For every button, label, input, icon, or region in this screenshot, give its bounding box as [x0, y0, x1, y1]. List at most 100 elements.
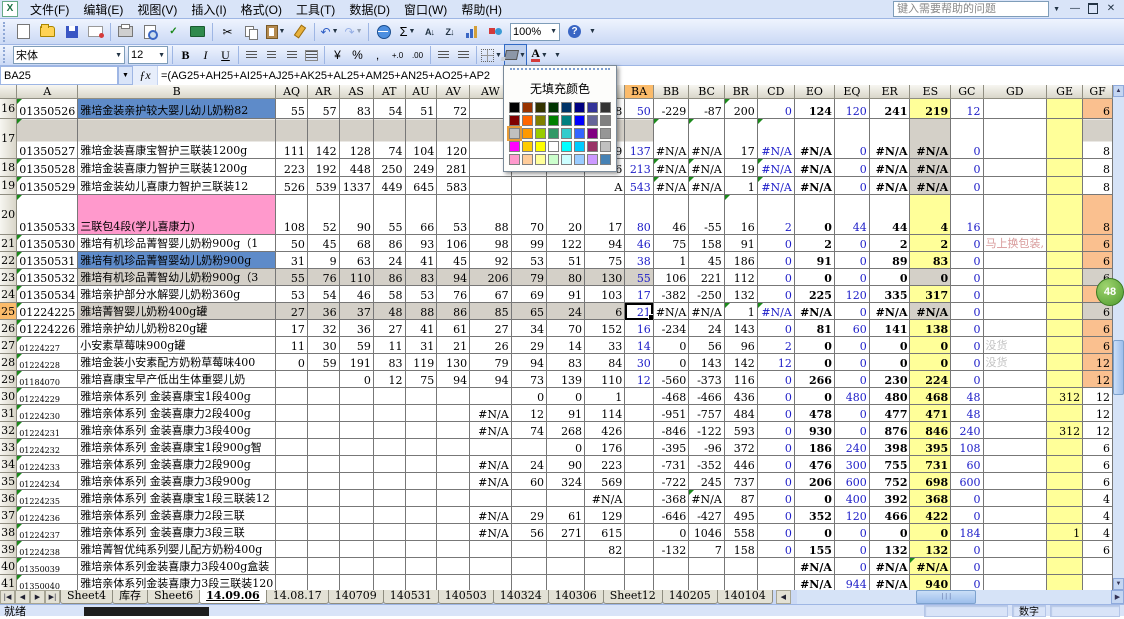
cell-CD24[interactable]: 0	[757, 286, 794, 303]
color-swatch-2-2[interactable]	[535, 128, 546, 139]
help-input[interactable]: 键入需要帮助的问题	[893, 1, 1049, 17]
cell-A33[interactable]: 01224232	[17, 439, 78, 456]
cell-GD27[interactable]: 没货	[983, 337, 1047, 354]
cell-CD36[interactable]: 0	[757, 490, 794, 507]
color-swatch-2-1[interactable]	[522, 128, 533, 139]
cell-BB21[interactable]: 75	[653, 235, 689, 252]
cell-B31[interactable]: 雅培亲体系列 金装喜康力2段400g	[78, 405, 276, 422]
cell-EO27[interactable]: 0	[794, 337, 834, 354]
cell-EQ38[interactable]: 0	[834, 524, 869, 541]
cell-EO36[interactable]: 0	[794, 490, 834, 507]
cell-ER28[interactable]: 0	[869, 354, 910, 371]
color-swatch-1-0[interactable]	[509, 115, 520, 126]
sheet-tab-14.08.17[interactable]: 14.08.17	[266, 590, 329, 604]
cell-GF37[interactable]: 4	[1083, 507, 1113, 524]
cell-AS23[interactable]: 110	[339, 269, 373, 286]
cell-AX21[interactable]: 99	[511, 235, 546, 252]
cell-AT31[interactable]	[373, 405, 405, 422]
cell-AQ20[interactable]: 108	[276, 195, 308, 235]
row-header-18[interactable]: 18	[0, 159, 17, 177]
cell-AR37[interactable]	[307, 507, 339, 524]
cell-AW35[interactable]: #N/A	[470, 473, 512, 490]
cell-AW30[interactable]	[470, 388, 512, 405]
cell-EO29[interactable]: 266	[794, 371, 834, 388]
decrease-indent-button[interactable]	[434, 44, 453, 67]
cell-BC16[interactable]: -87	[689, 99, 725, 119]
cell-AW32[interactable]: #N/A	[470, 422, 512, 439]
cell-ES36[interactable]: 368	[910, 490, 951, 507]
cell-EQ32[interactable]: 0	[834, 422, 869, 439]
cell-AS20[interactable]: 90	[339, 195, 373, 235]
cell-A41[interactable]: 01350040	[17, 575, 78, 591]
cell-CD38[interactable]: 0	[757, 524, 794, 541]
cell-GF39[interactable]: 6	[1083, 541, 1113, 558]
cell-EO20[interactable]: 0	[794, 195, 834, 235]
cell-AX24[interactable]: 69	[511, 286, 546, 303]
color-swatch-1-7[interactable]	[600, 115, 611, 126]
cell-AV39[interactable]	[437, 541, 470, 558]
cell-AR22[interactable]: 9	[307, 252, 339, 269]
drawing-button[interactable]	[484, 20, 507, 43]
cell-AZ20[interactable]: 17	[585, 195, 625, 235]
cell-AR32[interactable]	[307, 422, 339, 439]
cell-AU17[interactable]: 104	[405, 119, 437, 159]
cell-BA28[interactable]: 30	[625, 354, 654, 371]
cell-EQ40[interactable]: 0	[834, 558, 869, 575]
cell-GD20[interactable]	[983, 195, 1047, 235]
cell-ES35[interactable]: 698	[910, 473, 951, 490]
cell-AS39[interactable]	[339, 541, 373, 558]
cell-CD40[interactable]	[757, 558, 794, 575]
cell-BC36[interactable]: #N/A	[689, 490, 725, 507]
row-header-28[interactable]: 28	[0, 354, 17, 371]
italic-button[interactable]: I	[196, 44, 215, 67]
menu-item-5[interactable]: 格式(O)	[234, 0, 289, 20]
cell-EQ24[interactable]: 120	[834, 286, 869, 303]
cell-BR37[interactable]: 495	[724, 507, 757, 524]
cell-AQ41[interactable]	[276, 575, 308, 591]
cell-AQ16[interactable]: 55	[276, 99, 308, 119]
cell-AY28[interactable]: 83	[547, 354, 585, 371]
cell-GF40[interactable]	[1083, 558, 1113, 575]
color-swatch-0-6[interactable]	[587, 102, 598, 113]
cell-AZ22[interactable]: 75	[585, 252, 625, 269]
help-button[interactable]: ?	[563, 20, 586, 43]
cell-BB31[interactable]: -951	[653, 405, 689, 422]
cell-CD32[interactable]: 0	[757, 422, 794, 439]
cell-BR27[interactable]: 96	[724, 337, 757, 354]
cell-GC25[interactable]: 0	[951, 303, 983, 320]
cell-BA17[interactable]: 137	[625, 119, 654, 159]
col-header-CD[interactable]: CD	[757, 85, 794, 99]
cell-GD22[interactable]	[983, 252, 1047, 269]
cell-A34[interactable]: 01224233	[17, 456, 78, 473]
col-header-ES[interactable]: ES	[910, 85, 951, 99]
cell-AV25[interactable]: 86	[437, 303, 470, 320]
cell-AT40[interactable]	[373, 558, 405, 575]
cell-AS22[interactable]: 63	[339, 252, 373, 269]
autosum-button[interactable]: Σ▼	[396, 20, 419, 43]
cell-AW23[interactable]: 206	[470, 269, 512, 286]
col-header-BB[interactable]: BB	[653, 85, 689, 99]
cell-CD26[interactable]: 0	[757, 320, 794, 337]
cell-GE23[interactable]	[1047, 269, 1083, 286]
cell-AY25[interactable]: 24	[547, 303, 585, 320]
scroll-right-icon[interactable]: ▶	[1111, 590, 1124, 604]
cell-AR40[interactable]	[307, 558, 339, 575]
cell-AY24[interactable]: 91	[547, 286, 585, 303]
cell-GF30[interactable]: 12	[1083, 388, 1113, 405]
cell-AX25[interactable]: 65	[511, 303, 546, 320]
last-sheet-icon[interactable]: ▶|	[45, 590, 60, 604]
cell-AQ40[interactable]	[276, 558, 308, 575]
cell-AY38[interactable]: 271	[547, 524, 585, 541]
color-swatch-2-7[interactable]	[600, 128, 611, 139]
cut-button[interactable]: ✂	[216, 20, 239, 43]
cell-EO33[interactable]: 186	[794, 439, 834, 456]
cell-BA22[interactable]: 38	[625, 252, 654, 269]
next-sheet-icon[interactable]: ▶	[30, 590, 45, 604]
sheet-tab-140324[interactable]: 140324	[493, 590, 549, 604]
cell-AV23[interactable]: 94	[437, 269, 470, 286]
row-header-41[interactable]: 41	[0, 575, 17, 591]
cell-AQ35[interactable]	[276, 473, 308, 490]
cell-AW27[interactable]: 26	[470, 337, 512, 354]
cell-AS40[interactable]	[339, 558, 373, 575]
color-swatch-0-4[interactable]	[561, 102, 572, 113]
